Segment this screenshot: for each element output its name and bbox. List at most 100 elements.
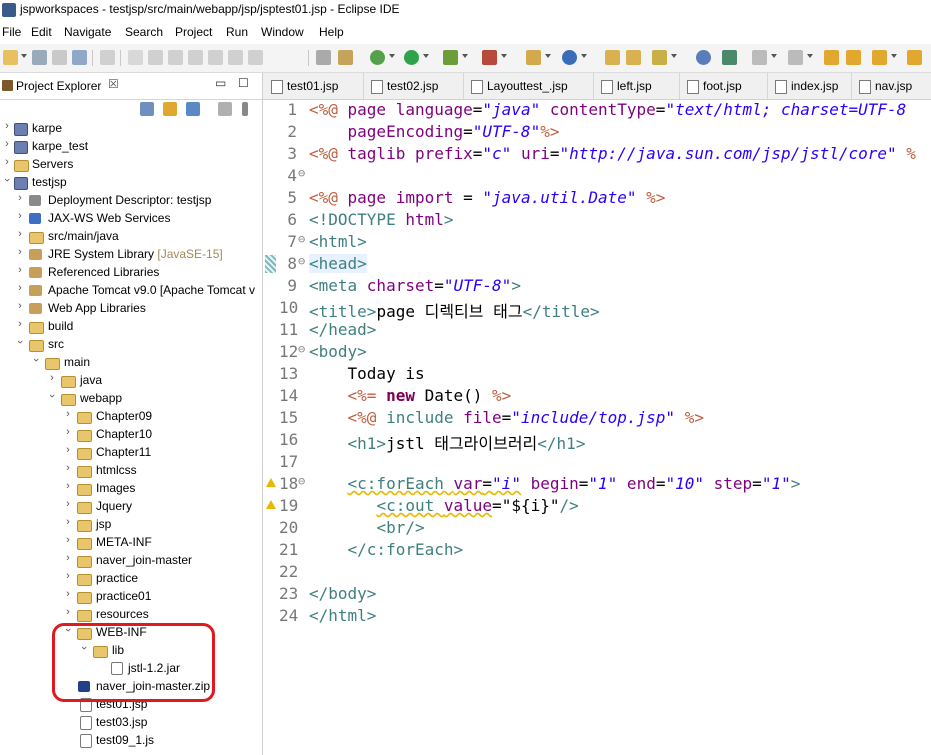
project-explorer-title[interactable]: Project Explorer (16, 79, 101, 93)
debug-icon[interactable] (370, 50, 385, 65)
expand-arrow-icon[interactable]: › (63, 498, 73, 510)
expand-arrow-icon[interactable]: › (47, 372, 57, 384)
filter-icon[interactable] (186, 102, 200, 116)
expand-arrow-icon[interactable]: › (15, 210, 25, 222)
resume-icon[interactable] (128, 50, 143, 65)
expand-arrow-icon[interactable]: › (63, 534, 73, 546)
expand-arrow-icon[interactable]: › (15, 300, 25, 312)
expand-arrow-icon[interactable]: › (63, 462, 73, 474)
open-type-icon[interactable] (605, 50, 620, 65)
forward-icon[interactable] (907, 50, 922, 65)
minimize-icon[interactable]: ▭ (215, 76, 226, 90)
menu-project[interactable]: Project (175, 25, 212, 39)
maximize-icon[interactable]: ☐ (238, 76, 249, 90)
expand-arrow-icon[interactable]: › (15, 282, 25, 294)
expand-arrow-icon[interactable]: › (15, 264, 25, 276)
expand-arrow-icon[interactable]: › (63, 588, 73, 600)
new-java-project-icon[interactable] (526, 50, 541, 65)
skip-breakpoints-icon[interactable] (100, 50, 115, 65)
last-edit-icon[interactable] (824, 50, 839, 65)
web-browser-icon[interactable] (338, 50, 353, 65)
tab-test01[interactable]: test01.jsp (263, 73, 364, 99)
expand-arrow-icon[interactable]: › (63, 408, 73, 420)
expand-arrow-icon[interactable]: › (15, 246, 25, 258)
expand-arrow-icon[interactable]: › (63, 426, 73, 438)
previous-annotation-dropdown-icon[interactable] (807, 54, 813, 58)
fold-icon[interactable]: ⊖ (298, 254, 305, 268)
warning-icon[interactable] (266, 478, 276, 487)
annotation-icon[interactable] (722, 50, 737, 65)
menu-run[interactable]: Run (226, 25, 248, 39)
tab-layouttest[interactable]: Layouttest_.jsp (463, 73, 594, 99)
collapse-arrow-icon[interactable]: › (46, 391, 58, 401)
expand-arrow-icon[interactable]: › (63, 516, 73, 528)
expand-arrow-icon[interactable]: › (2, 120, 12, 132)
print-icon[interactable] (72, 50, 87, 65)
globe-icon[interactable] (696, 50, 711, 65)
tab-foot[interactable]: foot.jsp (679, 73, 768, 99)
collapse-arrow-icon[interactable]: › (14, 337, 26, 347)
collapse-all-icon[interactable] (140, 102, 154, 116)
menu-navigate[interactable]: Navigate (64, 25, 111, 39)
expand-arrow-icon[interactable]: › (63, 606, 73, 618)
previous-annotation-icon[interactable] (788, 50, 803, 65)
run-server-dropdown-icon[interactable] (462, 54, 468, 58)
debug-dropdown-icon[interactable] (389, 54, 395, 58)
focus-icon[interactable] (218, 102, 232, 116)
step-into-icon[interactable] (208, 50, 223, 65)
new-class-icon[interactable] (562, 50, 577, 65)
menu-file[interactable]: File (2, 25, 21, 39)
external-tools-dropdown-icon[interactable] (501, 54, 507, 58)
new-class-dropdown-icon[interactable] (581, 54, 587, 58)
run-server-icon[interactable] (443, 50, 458, 65)
back-icon[interactable] (846, 50, 861, 65)
expand-arrow-icon[interactable]: › (63, 552, 73, 564)
close-icon[interactable]: ☒ (108, 77, 119, 91)
menu-edit[interactable]: Edit (31, 25, 52, 39)
link-with-editor-icon[interactable] (163, 102, 177, 116)
expand-arrow-icon[interactable]: › (15, 228, 25, 240)
search-dropdown-icon[interactable] (671, 54, 677, 58)
new-dropdown-icon[interactable] (21, 54, 27, 58)
search-wand-icon[interactable] (652, 50, 667, 65)
expand-arrow-icon[interactable]: › (15, 318, 25, 330)
expand-arrow-icon[interactable]: › (2, 138, 12, 150)
fold-icon[interactable]: ⊖ (298, 232, 305, 246)
back-dropdown-icon[interactable] (891, 54, 897, 58)
fold-icon[interactable]: ⊖ (298, 342, 305, 356)
tab-index[interactable]: index.jsp (767, 73, 852, 99)
expand-arrow-icon[interactable]: › (63, 570, 73, 582)
tab-nav[interactable]: nav.jsp (851, 73, 931, 99)
new-java-dropdown-icon[interactable] (545, 54, 551, 58)
collapse-arrow-icon[interactable]: › (30, 355, 42, 365)
expand-arrow-icon[interactable]: › (63, 480, 73, 492)
suspend-icon[interactable] (148, 50, 163, 65)
view-menu-icon[interactable] (242, 102, 248, 116)
tab-test02[interactable]: test02.jsp (363, 73, 464, 99)
expand-arrow-icon[interactable]: › (2, 156, 12, 168)
new-icon[interactable] (3, 50, 18, 65)
code-text-area[interactable]: 1 <%@ page language="java" contentType="… (263, 99, 931, 755)
next-annotation-icon[interactable] (752, 50, 767, 65)
disconnect-icon[interactable] (188, 50, 203, 65)
terminate-icon[interactable] (168, 50, 183, 65)
save-all-icon[interactable] (52, 50, 67, 65)
save-icon[interactable] (32, 50, 47, 65)
menu-window[interactable]: Window (261, 25, 304, 39)
step-return-icon[interactable] (248, 50, 263, 65)
run-icon[interactable] (404, 50, 419, 65)
expand-arrow-icon[interactable]: › (15, 192, 25, 204)
run-dropdown-icon[interactable] (423, 54, 429, 58)
back-nav-icon[interactable] (872, 50, 887, 65)
fold-icon[interactable]: ⊖ (298, 166, 305, 180)
open-resource-icon[interactable] (626, 50, 641, 65)
next-annotation-dropdown-icon[interactable] (771, 54, 777, 58)
step-over-icon[interactable] (228, 50, 243, 65)
external-tools-icon[interactable] (482, 50, 497, 65)
outline-icon[interactable] (316, 50, 331, 65)
menu-help[interactable]: Help (319, 25, 344, 39)
expand-arrow-icon[interactable]: › (63, 444, 73, 456)
fold-icon[interactable]: ⊖ (298, 474, 305, 488)
menu-search[interactable]: Search (125, 25, 163, 39)
tab-left[interactable]: left.jsp (593, 73, 680, 99)
